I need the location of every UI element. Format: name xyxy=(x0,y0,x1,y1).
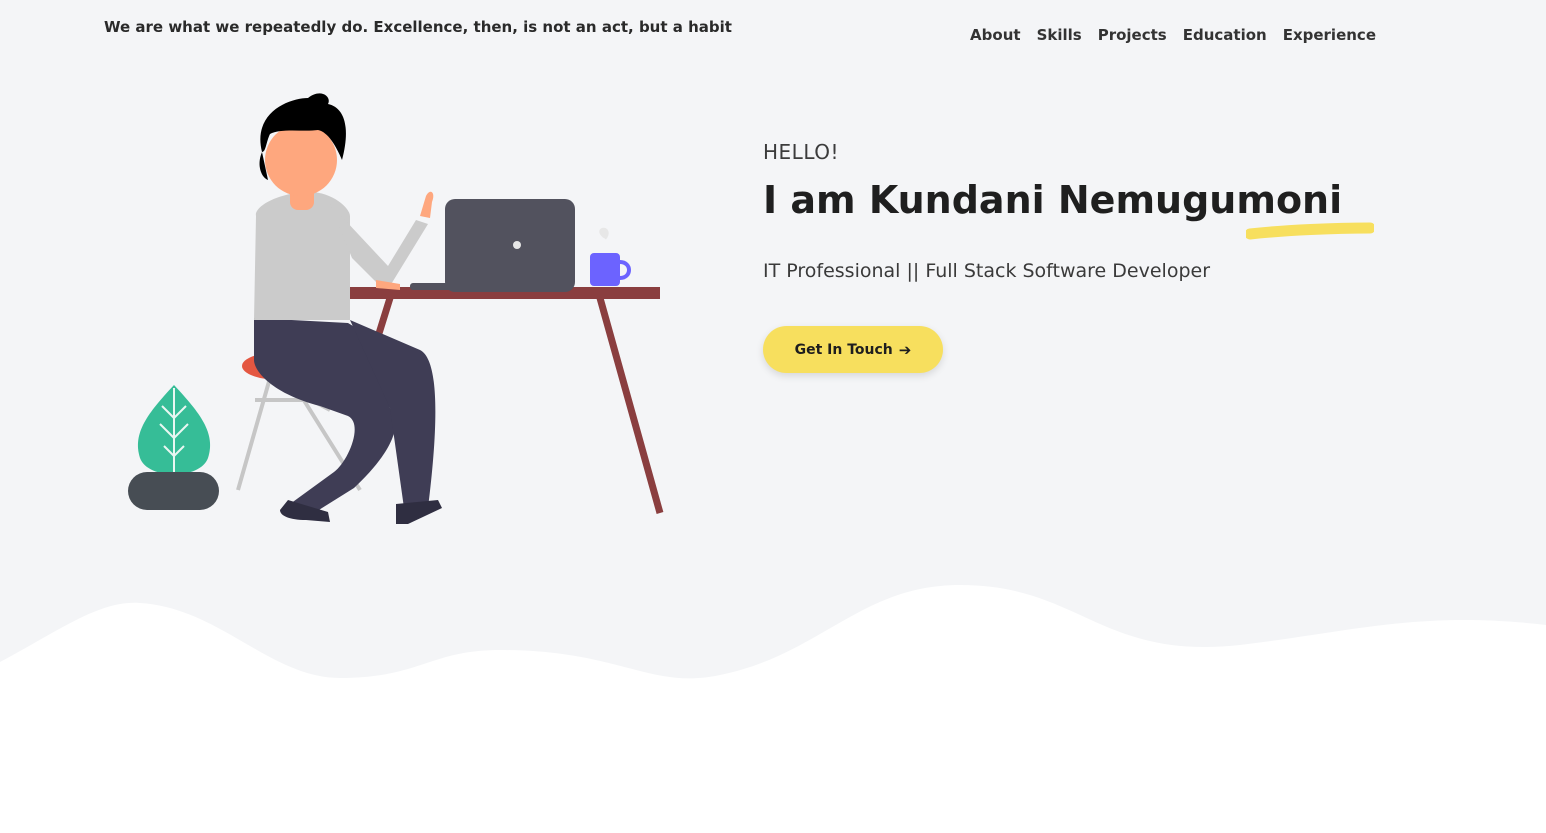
hero-name: I am Kundani Nemugumoni xyxy=(763,178,1343,222)
get-in-touch-button[interactable]: Get In Touch ➔ xyxy=(763,326,943,373)
nav-item-projects[interactable]: Projects xyxy=(1098,26,1167,44)
person-icon xyxy=(254,93,442,524)
highlight-underline-icon xyxy=(1246,222,1375,240)
wave-divider xyxy=(0,585,1546,833)
arrow-right-icon: ➔ xyxy=(898,340,912,359)
nav-item-skills[interactable]: Skills xyxy=(1037,26,1082,44)
nav-item-education[interactable]: Education xyxy=(1183,26,1267,44)
mug-icon xyxy=(590,227,631,286)
plant-icon xyxy=(128,385,219,510)
main-nav: About Skills Projects Education Experien… xyxy=(970,26,1376,44)
hero-greeting: HELLO! xyxy=(763,140,840,164)
hero-section: HELLO! I am Kundani Nemugumoni IT Profes… xyxy=(763,140,1403,373)
hero-title: I am Kundani Nemugumoni xyxy=(763,178,1375,240)
nav-item-experience[interactable]: Experience xyxy=(1283,26,1376,44)
laptop-icon xyxy=(410,199,575,292)
page: We are what we repeatedly do. Excellence… xyxy=(0,0,1546,833)
header-quote: We are what we repeatedly do. Excellence… xyxy=(104,18,732,36)
hero-role: IT Professional || Full Stack Software D… xyxy=(763,260,1211,282)
get-in-touch-label: Get In Touch xyxy=(794,341,893,358)
nav-item-about[interactable]: About xyxy=(970,26,1021,44)
person-at-desk-illustration xyxy=(128,93,664,524)
